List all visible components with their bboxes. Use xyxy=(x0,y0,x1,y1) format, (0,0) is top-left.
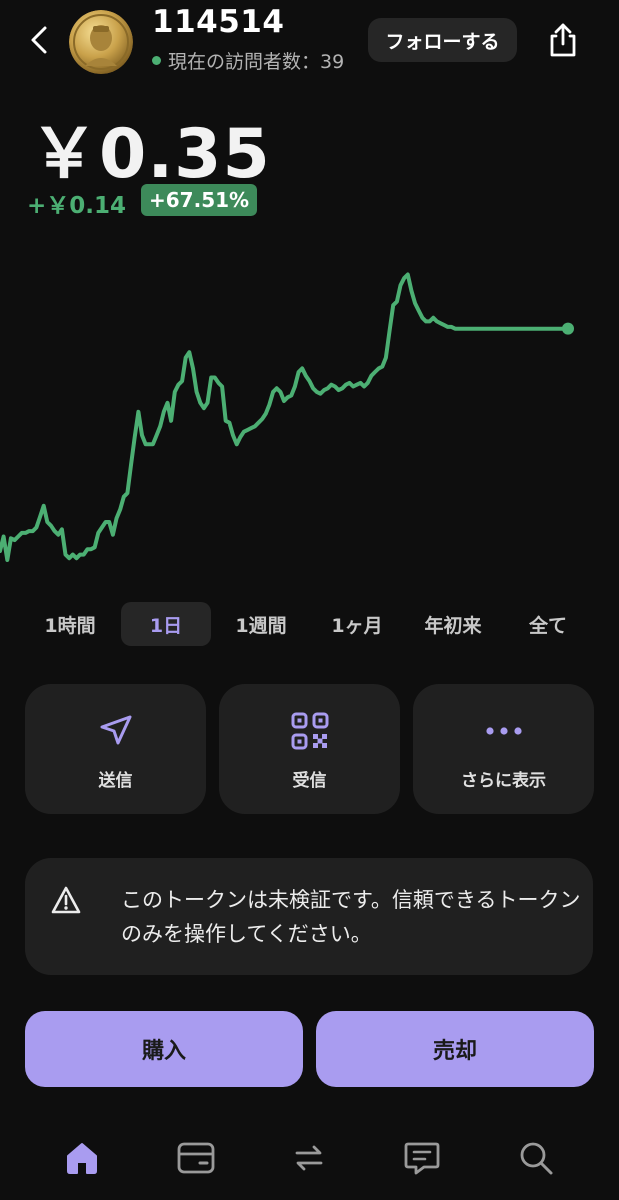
token-name: 114514 xyxy=(152,4,285,40)
share-button[interactable] xyxy=(540,18,586,62)
token-header: 114514 現在の訪問者数：39 フォローする xyxy=(0,0,619,90)
warning-icon xyxy=(51,886,81,914)
range-tab-1h[interactable]: 1時間 xyxy=(28,602,112,646)
latest-price-point xyxy=(562,322,574,335)
range-tab-1m[interactable]: 1ヶ月 xyxy=(315,602,399,646)
search-icon xyxy=(520,1142,553,1175)
send-button[interactable]: 送信 xyxy=(25,684,206,814)
send-icon xyxy=(100,715,131,745)
range-tab-all[interactable]: 全て xyxy=(512,602,584,646)
visitor-count-label: 現在の訪問者数：39 xyxy=(168,51,345,73)
receive-label: 受信 xyxy=(292,771,327,791)
more-label: さらに表示 xyxy=(461,771,546,791)
sell-button[interactable]: 売却 xyxy=(316,1011,594,1087)
visitor-count: 現在の訪問者数：39 xyxy=(152,47,344,74)
current-price: ￥0.35 xyxy=(30,115,271,194)
unverified-token-warning: このトークンは未検証です。信頼できるトークンのみを操作してください。 xyxy=(25,858,593,975)
range-tab-1w[interactable]: 1週間 xyxy=(220,602,302,646)
price-change-absolute: +￥0.14 xyxy=(27,193,127,219)
chevron-left-icon xyxy=(31,26,47,54)
back-button[interactable] xyxy=(22,22,56,58)
time-range-selector: 1時間 1日 1週間 1ヶ月 年初来 全て xyxy=(0,600,619,648)
send-label: 送信 xyxy=(98,771,133,791)
receive-button[interactable]: 受信 xyxy=(219,684,400,814)
share-icon xyxy=(550,23,576,57)
more-dots-icon xyxy=(485,727,522,735)
price-chart[interactable] xyxy=(0,240,619,570)
nav-wallet[interactable] xyxy=(168,1136,224,1180)
home-icon xyxy=(67,1143,97,1174)
nav-swap[interactable] xyxy=(281,1136,337,1180)
range-tab-1d[interactable]: 1日 xyxy=(121,602,211,646)
qr-code-icon xyxy=(291,712,328,750)
bottom-navigation xyxy=(0,1118,619,1200)
buy-button[interactable]: 購入 xyxy=(25,1011,303,1087)
price-line-series xyxy=(0,272,570,562)
follow-button[interactable]: フォローする xyxy=(368,18,517,62)
nav-search[interactable] xyxy=(508,1136,564,1180)
token-avatar xyxy=(69,10,133,74)
warning-text: このトークンは未検証です。信頼できるトークンのみを操作してください。 xyxy=(121,888,581,946)
chat-icon xyxy=(404,1142,440,1175)
swap-icon xyxy=(295,1145,323,1171)
nav-home[interactable] xyxy=(54,1136,110,1180)
live-dot-icon xyxy=(152,56,161,65)
nav-chat[interactable] xyxy=(394,1136,450,1180)
wallet-icon xyxy=(177,1142,215,1174)
price-change-percent-badge: +67.51% xyxy=(141,184,258,216)
range-tab-ytd[interactable]: 年初来 xyxy=(412,602,494,646)
more-button[interactable]: さらに表示 xyxy=(413,684,594,814)
